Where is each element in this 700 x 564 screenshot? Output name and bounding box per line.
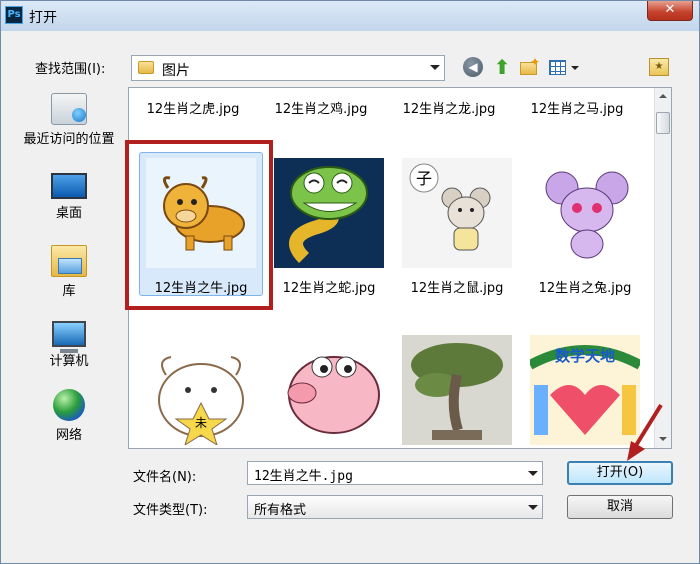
- back-button[interactable]: ◀: [463, 57, 485, 79]
- file-label[interactable]: 12生肖之鼠.jpg: [395, 277, 519, 296]
- place-recent[interactable]: 最近访问的位置: [11, 93, 127, 147]
- photoshop-app-icon: Ps: [5, 6, 23, 24]
- vertical-scrollbar[interactable]: [654, 88, 671, 448]
- sheep-char-text: 未: [195, 416, 207, 430]
- place-label: 网络: [55, 428, 82, 443]
- file-thumbnail-sheep[interactable]: 未: [146, 335, 256, 445]
- filetype-dropdown[interactable]: 所有格式: [247, 495, 543, 519]
- filename-input[interactable]: 12生肖之牛.jpg: [247, 461, 543, 485]
- open-file-dialog: Ps 打开 ✕ 查找范围(I): 图片 ◀ ⬆ ✦ ★ 最近访问的位置 桌面 库: [0, 0, 700, 564]
- close-button[interactable]: ✕: [647, 1, 693, 21]
- view-menu-icon: [549, 60, 566, 75]
- filetype-label: 文件类型(T):: [133, 503, 208, 518]
- library-icon: [51, 245, 87, 277]
- favorites-icon[interactable]: ★: [649, 58, 669, 76]
- current-folder-name: 图片: [162, 63, 190, 79]
- file-label-selected[interactable]: 12生肖之牛.jpg: [139, 277, 263, 296]
- computer-icon: [52, 321, 86, 353]
- chevron-down-icon: [571, 66, 579, 70]
- title-bar: Ps 打开 ✕: [1, 1, 699, 31]
- file-label[interactable]: 12生肖之蛇.jpg: [267, 277, 391, 296]
- new-folder-button[interactable]: ✦: [518, 55, 541, 79]
- look-in-label: 查找范围(I):: [35, 62, 106, 77]
- file-thumbnail-ox[interactable]: [146, 158, 256, 268]
- place-network[interactable]: 网络: [11, 389, 127, 443]
- recent-places-icon: [51, 93, 87, 125]
- cancel-button[interactable]: 取消: [567, 495, 673, 519]
- place-desktop[interactable]: 桌面: [11, 169, 127, 221]
- place-label: 最近访问的位置: [23, 132, 115, 147]
- chevron-down-icon[interactable]: [528, 471, 538, 476]
- view-menu-button[interactable]: [547, 57, 581, 79]
- file-label[interactable]: 12生肖之兔.jpg: [523, 277, 647, 296]
- chevron-down-icon[interactable]: [528, 505, 538, 510]
- dropdown-arrow-icon[interactable]: [430, 65, 440, 70]
- scroll-up-icon[interactable]: [655, 88, 671, 105]
- place-computer[interactable]: 计算机: [11, 319, 127, 369]
- back-icon: ◀: [463, 57, 483, 77]
- file-thumbnail-rat[interactable]: 子: [402, 158, 512, 268]
- place-library[interactable]: 库: [11, 245, 127, 299]
- file-thumbnail-snake[interactable]: [274, 158, 384, 268]
- sparkle-icon: ✦: [530, 55, 541, 69]
- desktop-icon: [51, 173, 87, 199]
- file-list[interactable]: 12生肖之虎.jpg 12生肖之鸡.jpg 12生肖之龙.jpg 12生肖之马.…: [128, 87, 672, 449]
- place-label: 库: [62, 284, 76, 299]
- network-icon: [53, 389, 85, 421]
- folder-icon: [138, 61, 154, 74]
- scrollbar-thumb[interactable]: [656, 112, 670, 134]
- file-thumbnail-pig[interactable]: [274, 335, 384, 445]
- filename-label: 文件名(N):: [133, 470, 197, 485]
- place-label: 桌面: [55, 206, 82, 221]
- file-thumbnail-rabbit[interactable]: [530, 158, 640, 268]
- file-label[interactable]: 12生肖之龙.jpg: [387, 98, 511, 117]
- filename-value[interactable]: 12生肖之牛.jpg: [254, 465, 353, 484]
- file-label[interactable]: 12生肖之马.jpg: [515, 98, 639, 117]
- file-thumbnail-bonsai[interactable]: [402, 335, 512, 445]
- rat-char-text: 子: [416, 169, 432, 188]
- places-bar: 最近访问的位置 桌面 库 计算机 网络: [11, 87, 127, 457]
- poster-title-text: 数学天地: [555, 347, 615, 365]
- look-in-dropdown[interactable]: 图片: [131, 55, 445, 81]
- file-label[interactable]: 12生肖之虎.jpg: [131, 98, 255, 117]
- annotation-arrow-icon: [627, 403, 663, 461]
- open-button[interactable]: 打开(O): [567, 461, 673, 485]
- dialog-title: 打开: [29, 10, 57, 26]
- filetype-value: 所有格式: [254, 503, 307, 518]
- file-label[interactable]: 12生肖之鸡.jpg: [259, 98, 383, 117]
- up-folder-icon[interactable]: ⬆: [491, 57, 513, 79]
